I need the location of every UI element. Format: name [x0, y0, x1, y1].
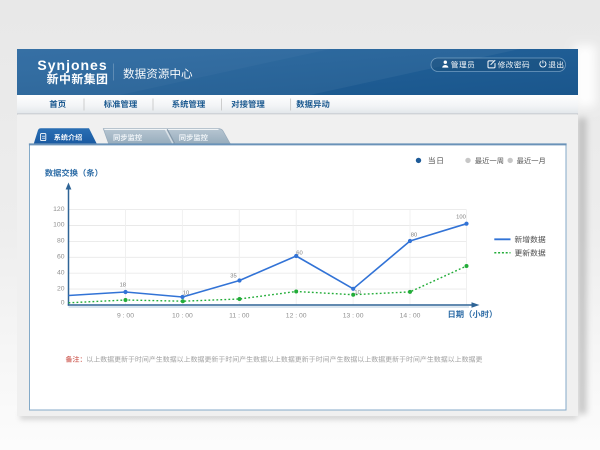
svg-text:35: 35: [230, 274, 236, 280]
svg-text:60: 60: [57, 254, 65, 261]
svg-text:20: 20: [57, 285, 65, 292]
svg-text:Synjones: Synjones: [37, 57, 107, 73]
svg-text:100: 100: [456, 214, 466, 220]
svg-text:9 : 00: 9 : 00: [117, 313, 134, 320]
svg-text:18: 18: [120, 283, 126, 289]
svg-text:120: 120: [53, 206, 65, 213]
svg-text:11 : 00: 11 : 00: [229, 313, 250, 320]
svg-text:10 : 00: 10 : 00: [172, 313, 193, 320]
svg-text:10: 10: [183, 290, 189, 296]
svg-text:80: 80: [57, 238, 65, 245]
svg-text:80: 80: [411, 232, 417, 238]
svg-text:0: 0: [61, 300, 65, 307]
svg-text:12 : 00: 12 : 00: [286, 313, 307, 320]
svg-text:40: 40: [57, 269, 65, 276]
svg-text:60: 60: [296, 251, 302, 257]
svg-text:10: 10: [354, 290, 360, 296]
svg-text:100: 100: [53, 222, 65, 229]
svg-text:14 : 00: 14 : 00: [400, 313, 421, 320]
svg-text:13 : 00: 13 : 00: [343, 313, 364, 320]
